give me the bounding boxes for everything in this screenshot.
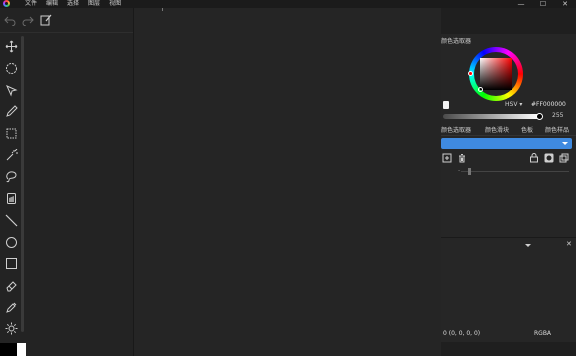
alpha-slider-handle[interactable] <box>536 113 543 120</box>
close-icon[interactable]: ✕ <box>566 240 572 248</box>
pixel-readout: 0 (0, 0, 0, 0) <box>443 330 481 337</box>
layer-actions-left <box>441 152 471 163</box>
duplicate-icon[interactable] <box>558 152 569 163</box>
brightness-icon[interactable] <box>2 318 20 340</box>
saturation-value-square[interactable] <box>480 58 512 90</box>
color-mode-dropdown[interactable]: HSV ▾ <box>505 101 522 108</box>
eraser-icon[interactable] <box>2 275 20 297</box>
format-label[interactable]: RGBA <box>534 330 551 337</box>
canvas-area[interactable] <box>133 8 441 356</box>
tab-color-samples[interactable]: 颜色样品 <box>545 125 569 134</box>
line-icon[interactable] <box>2 210 20 232</box>
tab-color-sliders[interactable]: 颜色滑块 <box>485 125 509 134</box>
fill-icon[interactable] <box>2 188 20 210</box>
pencil-icon[interactable] <box>2 101 20 123</box>
undo-icon[interactable] <box>2 12 18 28</box>
move-icon[interactable] <box>2 36 20 58</box>
color-tabs: 颜色选取器 颜色滑块 色板 颜色样品 <box>441 124 576 135</box>
color-swatches[interactable] <box>0 343 30 356</box>
minus-icon[interactable]: - <box>458 167 460 174</box>
hex-input[interactable]: #FF000000 <box>531 101 566 108</box>
magic-wand-icon[interactable] <box>2 144 20 166</box>
menu-file[interactable]: 文件 <box>25 0 37 8</box>
opacity-slider-handle[interactable] <box>468 168 471 175</box>
toolbar-scrollbar[interactable] <box>21 36 24 332</box>
alpha-value[interactable]: 255 <box>552 112 563 119</box>
tab-color-picker[interactable]: 颜色选取器 <box>441 125 471 134</box>
rectangle-icon[interactable] <box>2 253 20 275</box>
ruler-mark <box>162 8 163 11</box>
chevron-down-icon <box>562 142 568 145</box>
select-icon[interactable] <box>2 79 20 101</box>
eyedropper-icon[interactable] <box>2 296 20 318</box>
sv-marker[interactable] <box>478 87 483 92</box>
menu-edit[interactable]: 编辑 <box>46 0 58 8</box>
lasso-icon[interactable] <box>2 58 20 80</box>
mask-icon[interactable] <box>543 152 554 163</box>
add-layer-icon[interactable] <box>441 152 452 163</box>
hue-marker[interactable] <box>468 71 473 76</box>
menu-layer[interactable]: 图层 <box>88 0 100 8</box>
app-logo-icon <box>2 0 11 8</box>
window-controls: — ☐ ✕ <box>510 0 576 8</box>
menu-view[interactable]: 视图 <box>109 0 121 8</box>
bottom-strip <box>441 342 576 356</box>
close-button[interactable]: ✕ <box>554 0 576 8</box>
right-panel-header <box>441 8 576 34</box>
trash-icon[interactable] <box>456 152 467 163</box>
chevron-down-icon[interactable] <box>525 244 531 247</box>
primary-color-swatch[interactable] <box>0 343 17 356</box>
alpha-slider[interactable] <box>443 114 539 119</box>
edit-icon[interactable] <box>38 12 54 28</box>
layer-opacity-row: - <box>441 167 576 177</box>
free-lasso-icon[interactable] <box>2 166 20 188</box>
tool-list <box>2 36 20 340</box>
current-color-chip[interactable] <box>443 101 449 109</box>
opacity-slider[interactable] <box>461 171 569 172</box>
rect-select-icon[interactable] <box>2 123 20 145</box>
secondary-panel-header <box>441 238 576 248</box>
maximize-button[interactable]: ☐ <box>532 0 554 8</box>
layer-selector[interactable] <box>441 138 572 149</box>
minimize-button[interactable]: — <box>510 0 532 8</box>
chevron-down-icon: ▾ <box>519 101 523 108</box>
layer-actions-right <box>528 152 573 163</box>
color-mode-label: HSV <box>505 101 518 108</box>
tab-palette[interactable]: 色板 <box>521 125 533 134</box>
color-panel-title: 颜色选取器 <box>441 38 472 45</box>
redo-icon[interactable] <box>20 12 36 28</box>
menu-select[interactable]: 选择 <box>67 0 79 8</box>
toolbar-divider <box>0 32 133 33</box>
title-bar: 文件 编辑 选择 图层 视图 — ☐ ✕ <box>0 0 576 8</box>
menu-bar: 文件 编辑 选择 图层 视图 <box>25 0 130 8</box>
lock-icon[interactable] <box>528 152 539 163</box>
ellipse-icon[interactable] <box>2 231 20 253</box>
secondary-color-swatch[interactable] <box>17 343 26 356</box>
tab-divider <box>441 135 576 136</box>
app-window: 文件 编辑 选择 图层 视图 — ☐ ✕ 颜色选取器 HSV ▾ #FF0000… <box>0 0 576 356</box>
history-toolbar <box>0 8 133 32</box>
